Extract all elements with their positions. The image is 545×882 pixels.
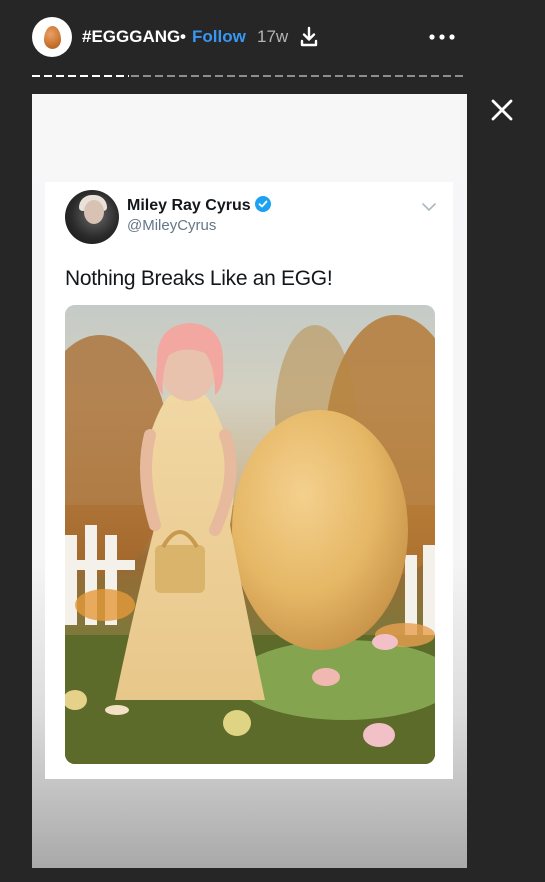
account-avatar[interactable] [32, 17, 72, 57]
tweet-avatar [65, 190, 119, 244]
tweet-card: Miley Ray Cyrus @MileyCyrus Nothing Brea… [45, 182, 453, 779]
egg-avatar-icon [43, 25, 61, 49]
more-options-icon[interactable] [428, 26, 458, 48]
chevron-down-icon[interactable] [422, 202, 436, 212]
easter-egg-photo [65, 305, 435, 764]
tweet-photo [65, 305, 435, 764]
separator-dot: • [180, 27, 186, 46]
close-icon[interactable] [488, 96, 516, 124]
tweet-display-name: Miley Ray Cyrus [127, 196, 271, 215]
story-header: #EGGGANG • Follow 17w [0, 0, 545, 75]
story-progress-bar [32, 75, 467, 77]
tweet-handle: @MileyCyrus [127, 217, 217, 234]
verified-badge-icon [254, 196, 271, 212]
post-age: 17w [257, 27, 289, 46]
story-content[interactable]: Miley Ray Cyrus @MileyCyrus Nothing Brea… [32, 94, 467, 868]
account-name[interactable]: #EGGGANG [82, 27, 180, 47]
tweet-text: Nothing Breaks Like an EGG! [65, 267, 333, 290]
follow-button[interactable]: Follow [192, 27, 246, 47]
download-icon[interactable] [299, 26, 319, 48]
